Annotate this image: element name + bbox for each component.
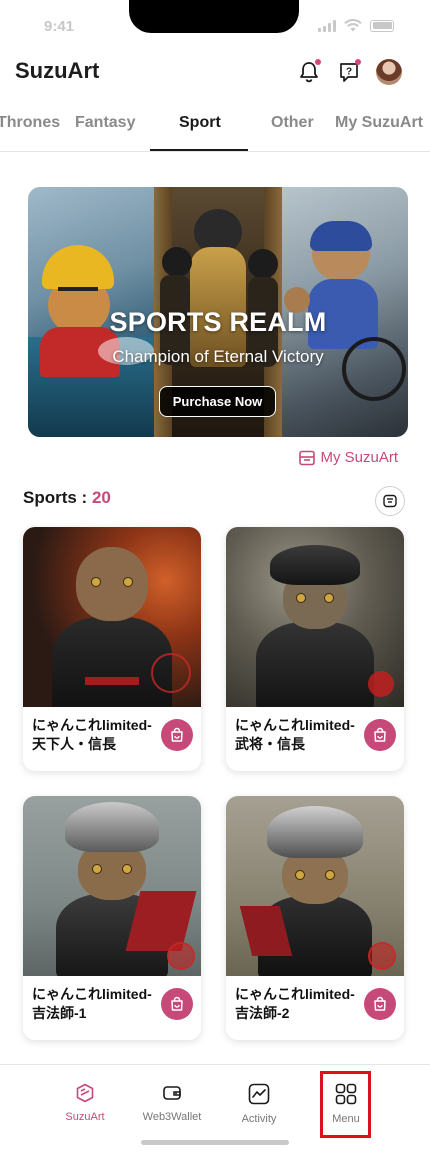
nav-label: Web3Wallet [142,1111,202,1123]
help-notification-dot [355,59,361,65]
nav-web3wallet[interactable]: Web3Wallet [132,1083,212,1123]
shopping-bag-icon [374,727,386,742]
section-count: 20 [91,488,111,507]
help-button[interactable]: ? [336,59,362,85]
promo-banner[interactable]: SPORTS REALM Champion of Eternal Victory… [28,187,408,437]
card-image-kippoushi-2 [226,796,404,976]
category-tabs: Thrones Fantasy Sport Other My SuzuArt [0,100,430,152]
banner-overlay: SPORTS REALM Champion of Eternal Victory… [28,187,408,437]
tab-sport[interactable]: Sport [179,114,221,132]
product-card[interactable]: にゃんこれlimited-武将・信長 [226,527,404,771]
wallet-icon [163,1086,181,1100]
status-time: 9:41 [44,18,75,35]
app-title: SuzuArt [15,58,100,83]
purchase-now-button[interactable]: Purchase Now [159,386,276,417]
nav-suzuart[interactable]: SuzuArt [45,1083,125,1123]
add-to-bag-button[interactable] [364,988,396,1020]
shopping-bag-icon [171,996,183,1011]
card-image-kippoushi-1 [23,796,201,976]
nav-label: Activity [241,1113,277,1125]
menu-highlight-box [320,1071,371,1138]
shopping-bag-icon [171,727,183,742]
activity-chart-icon [248,1083,270,1105]
status-icons [318,19,394,32]
home-indicator [141,1140,289,1145]
tab-thrones[interactable]: Thrones [0,114,60,132]
active-tab-indicator [150,149,248,151]
add-to-bag-button[interactable] [161,719,193,751]
add-to-bag-button[interactable] [161,988,193,1020]
card-title: にゃんこれlimited-吉法師-1 [32,986,152,1021]
section-heading: Sports : 20 [23,488,111,508]
add-to-bag-button[interactable] [364,719,396,751]
header-actions: ? [296,59,402,85]
notifications-button[interactable] [296,59,322,85]
tab-other[interactable]: Other [271,114,314,132]
card-title: にゃんこれlimited-武将・信長 [235,717,355,752]
suzuart-cube-icon [76,1083,94,1103]
my-suzuart-link[interactable]: My SuzuArt [299,449,398,466]
tab-my-suzuart[interactable]: My SuzuArt [335,114,423,132]
status-bar: 9:41 [0,0,430,50]
product-card[interactable]: にゃんこれlimited-天下人・信長 [23,527,201,771]
product-card[interactable]: にゃんこれlimited-吉法師-1 [23,796,201,1040]
section-label: Sports : [23,488,88,507]
card-title: にゃんこれlimited-天下人・信長 [32,717,152,752]
app-header: SuzuArt ? [0,50,430,98]
tab-fantasy[interactable]: Fantasy [75,114,135,132]
my-suzuart-link-label: My SuzuArt [320,449,398,466]
filter-button[interactable] [375,486,405,516]
wallet-card-icon [299,450,316,465]
filter-icon [383,494,397,508]
svg-text:?: ? [346,67,352,78]
banner-subtitle: Champion of Eternal Victory [112,347,324,366]
card-image-busho-nobunaga [226,527,404,707]
banner-title: SPORTS REALM [109,307,327,337]
battery-icon [370,19,394,32]
avatar[interactable] [376,59,402,85]
nav-label: SuzuArt [65,1111,105,1123]
wifi-icon [344,19,362,32]
shopping-bag-icon [374,996,386,1011]
card-image-tenkabito-nobunaga [23,527,201,707]
card-title: にゃんこれlimited-吉法師-2 [235,986,355,1021]
device-notch [129,0,299,33]
cellular-signal-icon [318,19,336,32]
notification-dot [315,59,321,65]
nav-activity[interactable]: Activity [219,1083,299,1125]
product-card[interactable]: にゃんこれlimited-吉法師-2 [226,796,404,1040]
